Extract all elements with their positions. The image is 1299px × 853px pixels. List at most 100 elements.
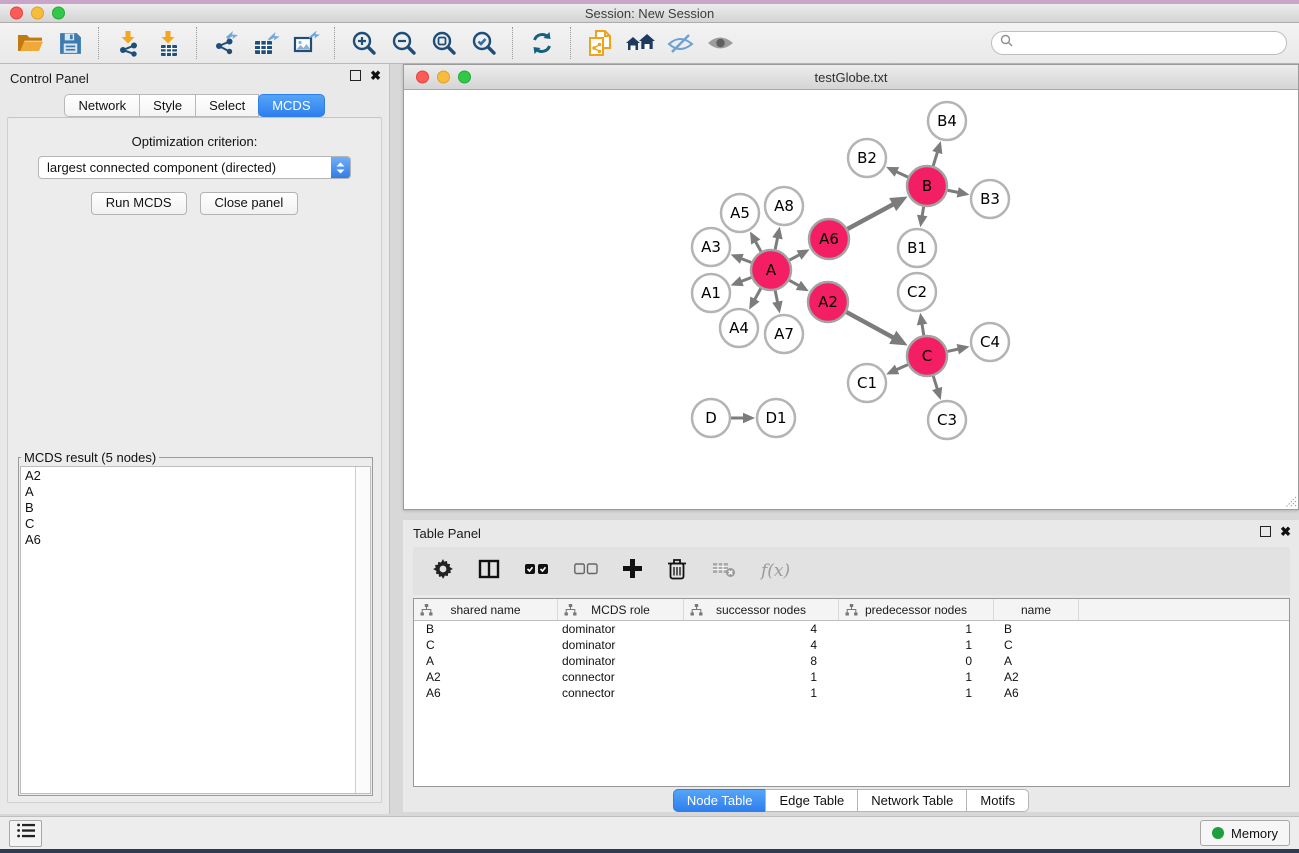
search-input[interactable] (1018, 35, 1278, 52)
table-cell[interactable]: 4 (684, 637, 839, 653)
graph-node-A[interactable]: A (751, 250, 791, 290)
zoom-fit-button[interactable] (424, 26, 464, 60)
graph-edge-C-C4[interactable] (947, 344, 969, 354)
graph-edge-A-A5[interactable] (750, 231, 761, 251)
network-window-titlebar[interactable]: testGlobe.txt (404, 65, 1298, 90)
tab-style[interactable]: Style (139, 94, 196, 117)
import-network-button[interactable] (108, 26, 148, 60)
close-panel-icon[interactable]: ✖ (370, 70, 381, 81)
tab-select[interactable]: Select (195, 94, 259, 117)
table-cell[interactable]: 0 (839, 653, 994, 669)
graph-edge-B-B3[interactable] (948, 187, 970, 197)
criterion-dropdown[interactable]: largest connected component (directed) (38, 156, 351, 179)
tab-edge-table[interactable]: Edge Table (765, 789, 858, 812)
graph-node-C2[interactable]: C2 (898, 273, 936, 311)
graph-edge-A-A1[interactable] (731, 276, 752, 286)
table-row[interactable]: Cdominator41C (414, 637, 1289, 653)
graph-node-A8[interactable]: A8 (765, 187, 803, 225)
tab-mcds[interactable]: MCDS (258, 94, 324, 117)
table-cell[interactable]: 4 (684, 621, 839, 637)
delete-column-button[interactable] (667, 558, 687, 585)
column-header-predecessor-nodes[interactable]: predecessor nodes (839, 599, 994, 620)
network-close-button[interactable] (416, 71, 429, 84)
graph-edge-A-A8[interactable] (772, 227, 782, 250)
graph-edge-B-B1[interactable] (917, 207, 927, 228)
maximize-window-button[interactable] (52, 7, 65, 20)
table-cell[interactable]: B (414, 621, 558, 637)
graph-node-A1[interactable]: A1 (692, 274, 730, 312)
graph-node-C3[interactable]: C3 (928, 401, 966, 439)
table-cell[interactable]: 1 (839, 637, 994, 653)
search-field[interactable] (991, 31, 1287, 55)
table-cell[interactable]: A2 (414, 669, 558, 685)
graph-node-D1[interactable]: D1 (757, 399, 795, 437)
graph-edge-A-A7[interactable] (772, 291, 782, 314)
zoom-in-button[interactable] (344, 26, 384, 60)
column-header-successor-nodes[interactable]: successor nodes (684, 599, 839, 620)
close-panel-button[interactable]: Close panel (200, 192, 299, 215)
table-cell[interactable]: A6 (994, 685, 1079, 701)
hide-graphics-details-button[interactable] (660, 26, 700, 60)
mcds-list-scrollbar[interactable] (355, 467, 370, 793)
table-cell[interactable]: 1 (684, 669, 839, 685)
table-cell[interactable]: dominator (558, 621, 684, 637)
float-panel-icon[interactable] (350, 70, 361, 81)
table-cell[interactable]: 8 (684, 653, 839, 669)
graph-edge-A-A3[interactable] (731, 254, 752, 264)
show-all-networks-button[interactable] (620, 26, 660, 60)
graph-node-C[interactable]: C (907, 336, 947, 376)
table-cell[interactable]: A2 (994, 669, 1079, 685)
column-settings-button[interactable] (478, 559, 500, 584)
close-window-button[interactable] (10, 7, 23, 20)
graph-edge-D-D1[interactable] (731, 413, 755, 424)
mcds-result-item[interactable]: A (21, 484, 355, 500)
zoom-out-button[interactable] (384, 26, 424, 60)
deselect-all-button[interactable] (574, 562, 598, 580)
graph-edge-C-C3[interactable] (932, 376, 942, 400)
graph-edge-C-C1[interactable] (886, 365, 908, 375)
graph-edge-B-B4[interactable] (932, 141, 942, 166)
copy-network-view-button[interactable] (580, 26, 620, 60)
network-minimize-button[interactable] (437, 71, 450, 84)
show-graphics-details-button[interactable] (700, 26, 740, 60)
task-history-button[interactable] (9, 820, 42, 847)
window-resize-grip[interactable] (1284, 495, 1297, 508)
close-table-panel-icon[interactable]: ✖ (1280, 526, 1291, 537)
network-canvas[interactable]: B4B2BB3A8A5A6A3B1AA1C2A2A4A7C4CC1C3DD1 (404, 90, 1298, 509)
table-settings-button[interactable] (433, 559, 453, 584)
graph-edge-B-B2[interactable] (886, 167, 908, 177)
table-cell[interactable]: connector (558, 685, 684, 701)
table-row[interactable]: Adominator80A (414, 653, 1289, 669)
open-session-button[interactable] (10, 26, 50, 60)
graph-edge-C-C2[interactable] (917, 313, 927, 336)
minimize-window-button[interactable] (31, 7, 44, 20)
table-cell[interactable]: A (994, 653, 1079, 669)
tab-motifs[interactable]: Motifs (966, 789, 1029, 812)
export-table-button[interactable] (246, 26, 286, 60)
tab-network[interactable]: Network (64, 94, 140, 117)
table-cell[interactable]: dominator (558, 637, 684, 653)
table-cell[interactable]: dominator (558, 653, 684, 669)
graph-node-A6[interactable]: A6 (809, 219, 849, 259)
graph-node-B4[interactable]: B4 (928, 102, 966, 140)
table-cell[interactable]: 1 (839, 621, 994, 637)
graph-node-A2[interactable]: A2 (808, 282, 848, 322)
select-all-button[interactable] (525, 562, 549, 580)
export-network-button[interactable] (206, 26, 246, 60)
float-table-panel-icon[interactable] (1260, 526, 1271, 537)
run-mcds-button[interactable]: Run MCDS (91, 192, 187, 215)
table-cell[interactable]: B (994, 621, 1079, 637)
graph-node-B1[interactable]: B1 (898, 229, 936, 267)
graph-node-A5[interactable]: A5 (721, 194, 759, 232)
mcds-result-item[interactable]: A2 (21, 468, 355, 484)
column-header-shared-name[interactable]: shared name (414, 599, 558, 620)
add-column-button[interactable] (623, 559, 642, 583)
table-row[interactable]: A6connector11A6 (414, 685, 1289, 701)
table-cell[interactable]: C (414, 637, 558, 653)
table-cell[interactable]: connector (558, 669, 684, 685)
import-table-button[interactable] (148, 26, 188, 60)
table-cell[interactable]: A (414, 653, 558, 669)
column-header-name[interactable]: name (994, 599, 1079, 620)
graph-node-A3[interactable]: A3 (692, 228, 730, 266)
graph-node-B[interactable]: B (907, 166, 947, 206)
